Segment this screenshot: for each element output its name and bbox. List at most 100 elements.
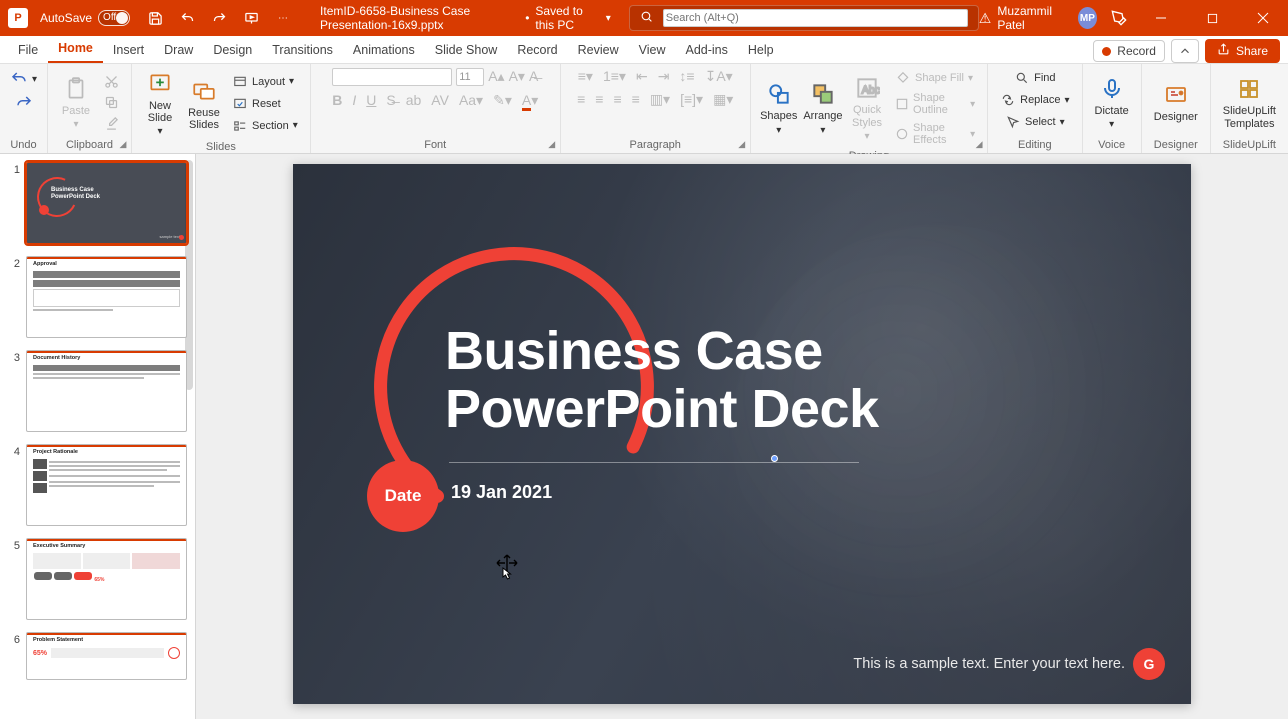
underline-icon[interactable]: U <box>366 92 376 109</box>
shape-effects-button[interactable]: Shape Effects▾ <box>891 120 979 148</box>
slide-thumbnail-5[interactable]: Executive Summary 65% <box>26 538 187 620</box>
shapes-button[interactable]: Shapes▾ <box>759 78 799 137</box>
font-size-input[interactable] <box>456 68 484 86</box>
drawing-launcher-icon[interactable]: ◢ <box>973 139 985 151</box>
tab-addins[interactable]: Add-ins <box>675 37 737 63</box>
quick-styles-button[interactable]: Abc Quick Styles▾ <box>847 72 887 143</box>
spacing-icon[interactable]: AV <box>431 92 449 109</box>
indent-dec-icon[interactable]: ⇤ <box>636 68 648 85</box>
thumbnail-row[interactable]: 2 Approval <box>8 256 187 338</box>
font-launcher-icon[interactable]: ◢ <box>546 139 558 151</box>
reuse-slides-button[interactable]: Reuse Slides <box>184 75 224 133</box>
designer-button[interactable]: Designer <box>1150 79 1202 125</box>
increase-font-icon[interactable]: A▴ <box>488 68 504 86</box>
slide-thumbnail-3[interactable]: Document History <box>26 350 187 432</box>
thumbnail-row[interactable]: 5 Executive Summary 65% <box>8 538 187 620</box>
record-button[interactable]: Record <box>1093 40 1165 62</box>
align-text-icon[interactable]: [≡]▾ <box>680 91 703 108</box>
date-badge[interactable]: Date <box>367 460 439 532</box>
tab-transitions[interactable]: Transitions <box>262 37 343 63</box>
tab-review[interactable]: Review <box>568 37 629 63</box>
slide-editor[interactable]: Business CasePowerPoint Deck Date 19 Jan… <box>196 154 1288 719</box>
autosave-toggle[interactable]: AutoSave Off <box>34 10 136 26</box>
case-icon[interactable]: Aa▾ <box>459 92 483 109</box>
tab-slideshow[interactable]: Slide Show <box>425 37 508 63</box>
justify-icon[interactable]: ≡ <box>632 91 640 108</box>
search-input[interactable] <box>663 9 968 27</box>
pen-tool-icon[interactable] <box>1107 5 1130 31</box>
align-center-icon[interactable]: ≡ <box>595 91 603 108</box>
smartart-icon[interactable]: ▦▾ <box>713 91 733 108</box>
qat-customize-icon[interactable]: ⋯ <box>270 5 296 31</box>
decrease-font-icon[interactable]: A▾ <box>509 68 525 86</box>
close-button[interactable] <box>1243 0 1284 36</box>
replace-button[interactable]: Replace▾ <box>996 90 1073 110</box>
tab-animations[interactable]: Animations <box>343 37 425 63</box>
bullets-icon[interactable]: ≡▾ <box>578 68 593 85</box>
highlight-icon[interactable]: ✎▾ <box>493 92 512 109</box>
tab-file[interactable]: File <box>8 37 48 63</box>
slide-thumbnail-4[interactable]: Project Rationale <box>26 444 187 526</box>
find-button[interactable]: Find <box>1010 68 1059 88</box>
tab-insert[interactable]: Insert <box>103 37 154 63</box>
font-name-input[interactable] <box>332 68 452 86</box>
align-left-icon[interactable]: ≡ <box>577 91 585 108</box>
slide-title[interactable]: Business CasePowerPoint Deck <box>445 322 879 439</box>
shadow-icon[interactable]: ab <box>406 92 422 109</box>
cut-button[interactable] <box>100 72 123 91</box>
indent-inc-icon[interactable]: ⇥ <box>658 68 670 85</box>
thumbnail-row[interactable]: 6 Problem Statement 65% <box>8 632 187 680</box>
paragraph-launcher-icon[interactable]: ◢ <box>736 139 748 151</box>
thumbnail-row[interactable]: 3 Document History <box>8 350 187 432</box>
tab-draw[interactable]: Draw <box>154 37 203 63</box>
tab-home[interactable]: Home <box>48 35 103 63</box>
italic-icon[interactable]: I <box>352 92 356 109</box>
footer-text[interactable]: This is a sample text. Enter your text h… <box>853 656 1125 672</box>
slide-canvas[interactable]: Business CasePowerPoint Deck Date 19 Jan… <box>293 164 1191 704</box>
date-value[interactable]: 19 Jan 2021 <box>451 482 552 503</box>
tab-help[interactable]: Help <box>738 37 784 63</box>
thumbnail-row[interactable]: 4 Project Rationale <box>8 444 187 526</box>
redo-icon[interactable] <box>206 5 232 31</box>
clear-format-icon[interactable]: A̶ <box>529 68 538 86</box>
dictate-button[interactable]: Dictate▾ <box>1091 73 1133 132</box>
footer-badge[interactable]: G <box>1133 648 1165 680</box>
tab-design[interactable]: Design <box>203 37 262 63</box>
columns-icon[interactable]: ▥▾ <box>650 91 670 108</box>
slide-thumbnail-2[interactable]: Approval <box>26 256 187 338</box>
save-icon[interactable] <box>142 5 168 31</box>
tab-record[interactable]: Record <box>507 37 567 63</box>
maximize-button[interactable] <box>1192 0 1233 36</box>
toggle-switch[interactable]: Off <box>98 10 130 26</box>
numbering-icon[interactable]: 1≡▾ <box>603 68 626 85</box>
paste-button[interactable]: Paste ▾ <box>56 73 96 132</box>
search-box[interactable] <box>629 5 979 31</box>
bold-icon[interactable]: B <box>332 92 342 109</box>
minimize-button[interactable] <box>1140 0 1181 36</box>
document-title[interactable]: ItemID-6658-Business Case Presentation-1… <box>320 4 611 32</box>
new-slide-button[interactable]: New Slide ▾ <box>140 68 180 139</box>
slideuplift-button[interactable]: SlideUpLift Templates <box>1219 73 1280 131</box>
thumbnail-row[interactable]: 1 Business CasePowerPoint Deck sample te… <box>8 162 187 244</box>
copy-button[interactable] <box>100 93 123 112</box>
font-color-icon[interactable]: A▾ <box>522 92 538 109</box>
slide-thumbnail-panel[interactable]: 1 Business CasePowerPoint Deck sample te… <box>0 154 196 719</box>
section-button[interactable]: Section▾ <box>228 116 302 136</box>
clipboard-launcher-icon[interactable]: ◢ <box>117 139 129 151</box>
slide-thumbnail-1[interactable]: Business CasePowerPoint Deck sample text <box>26 162 187 244</box>
share-button[interactable]: Share <box>1205 39 1280 63</box>
shape-fill-button[interactable]: Shape Fill▾ <box>891 68 979 88</box>
tab-view[interactable]: View <box>629 37 676 63</box>
selection-handle[interactable] <box>771 455 778 462</box>
undo-icon[interactable] <box>174 5 200 31</box>
format-painter-button[interactable] <box>100 114 123 133</box>
line-spacing-icon[interactable]: ↕≡ <box>679 68 694 85</box>
strike-icon[interactable]: S̶ <box>386 92 395 109</box>
slide-thumbnail-6[interactable]: Problem Statement 65% <box>26 632 187 680</box>
arrange-button[interactable]: Arrange▾ <box>803 78 843 137</box>
align-right-icon[interactable]: ≡ <box>613 91 621 108</box>
ribbon-mode-button[interactable] <box>1171 39 1199 63</box>
redo-button[interactable] <box>11 92 37 114</box>
shape-outline-button[interactable]: Shape Outline▾ <box>891 90 979 118</box>
layout-button[interactable]: Layout▾ <box>228 72 302 92</box>
